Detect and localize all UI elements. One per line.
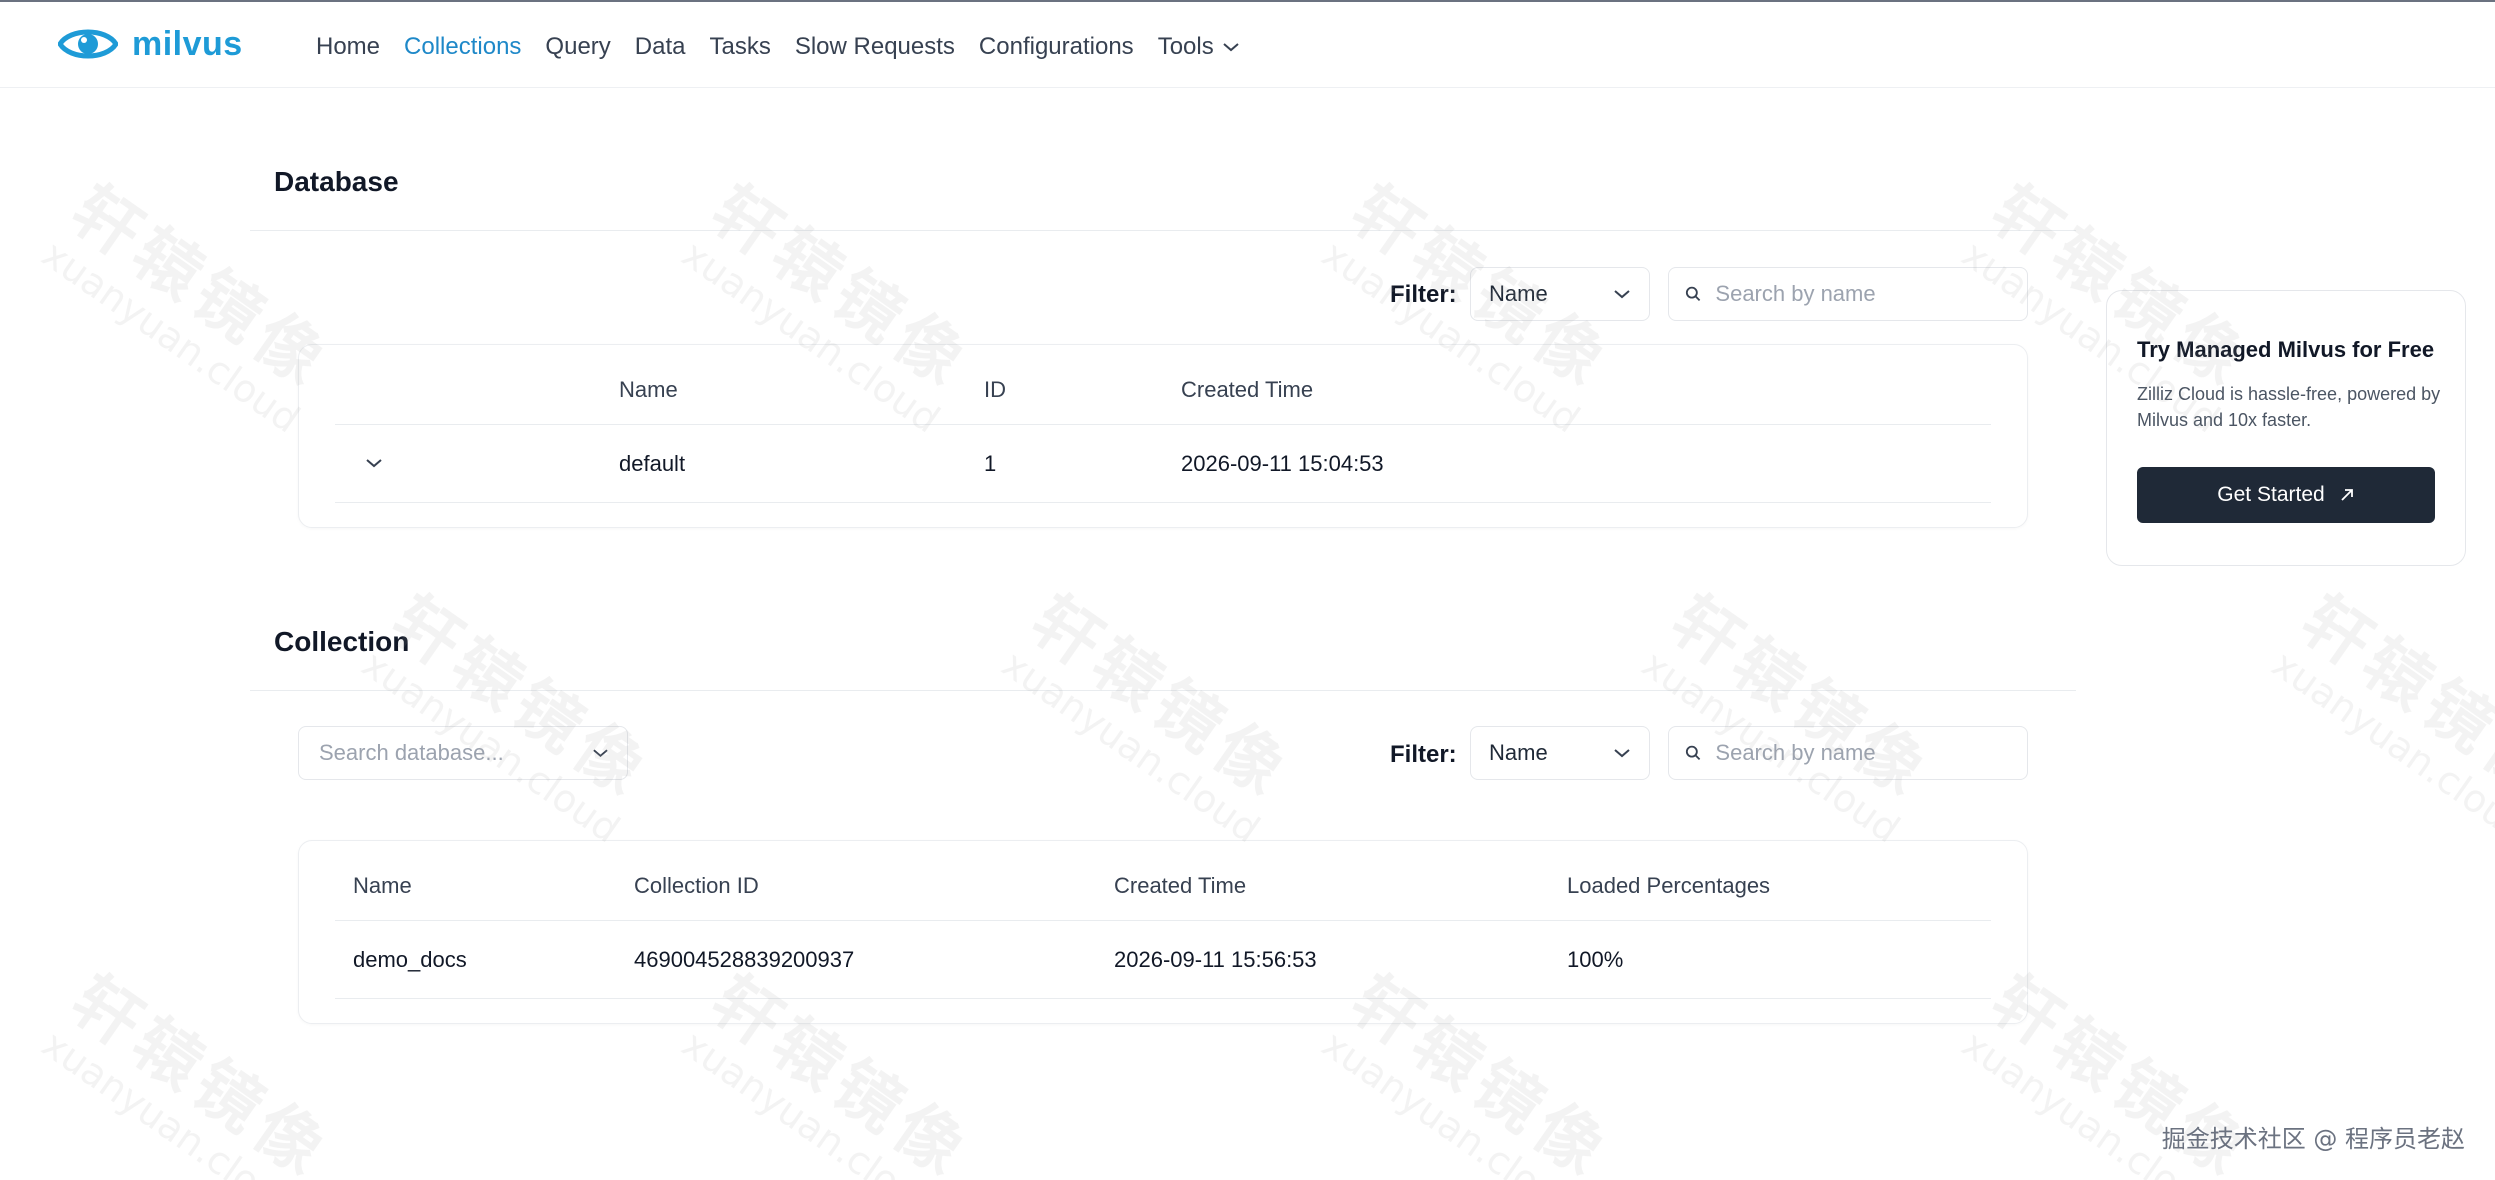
- collection-col-created: Created Time: [1114, 873, 1247, 898]
- get-started-label: Get Started: [2217, 483, 2325, 506]
- database-row-divider: [335, 502, 1991, 503]
- database-filter-select[interactable]: Name: [1470, 267, 1650, 321]
- database-col-id: ID: [984, 377, 1006, 402]
- database-col-name: Name: [619, 377, 678, 402]
- nav-tasks[interactable]: Tasks: [709, 33, 770, 61]
- collection-divider: [250, 690, 2076, 691]
- watermark: 轩辕镜像xuanyuan.cloud: [1634, 581, 1945, 851]
- collection-header-divider: [335, 920, 1991, 921]
- database-filter-value: Name: [1489, 281, 1548, 306]
- database-picker-input[interactable]: [317, 739, 593, 767]
- collection-row-created: 2026-09-11 15:56:53: [1114, 947, 1317, 972]
- nav-home[interactable]: Home: [316, 33, 380, 61]
- collection-row-divider: [335, 998, 1991, 999]
- database-section-title: Database: [274, 166, 399, 197]
- collection-filter-label: Filter:: [1390, 741, 1457, 768]
- collection-filter-select[interactable]: Name: [1470, 726, 1650, 780]
- chevron-down-icon: [1223, 43, 1239, 52]
- logo-text: milvus: [132, 24, 243, 63]
- nav-collections[interactable]: Collections: [404, 33, 521, 61]
- main-nav: Home Collections Query Data Tasks Slow R…: [316, 26, 1264, 68]
- database-search-input[interactable]: [1713, 280, 2011, 308]
- collection-col-id: Collection ID: [634, 873, 759, 898]
- watermark: 轩辕镜像xuanyuan.cloud: [994, 581, 1305, 852]
- collection-row-id: 469004528839200937: [634, 947, 855, 972]
- database-filter-label: Filter:: [1390, 281, 1457, 308]
- database-header-divider: [335, 424, 1991, 425]
- promo-title: Try Managed Milvus for Free: [2137, 337, 2435, 362]
- expand-chevron-icon[interactable]: [365, 457, 383, 469]
- database-divider: [250, 230, 2076, 231]
- nav-slow-requests[interactable]: Slow Requests: [795, 33, 955, 61]
- nav-configurations[interactable]: Configurations: [979, 33, 1134, 61]
- collection-col-name: Name: [353, 873, 412, 898]
- nav-tools-label: Tools: [1157, 33, 1214, 60]
- promo-description: Zilliz Cloud is hassle-free, powered by …: [2137, 384, 2441, 430]
- top-navigation-bar: milvus Home Collections Query Data Tasks…: [0, 0, 2495, 88]
- milvus-logo[interactable]: milvus: [58, 16, 243, 72]
- database-table: Name ID Created Time default 1 2026-09-1…: [298, 344, 2028, 528]
- nav-query[interactable]: Query: [545, 33, 610, 61]
- collection-row-loaded: 100%: [1567, 947, 1624, 972]
- milvus-eye-icon: [58, 29, 118, 59]
- source-credit: 掘金技术社区 @ 程序员老赵: [2161, 1125, 2465, 1153]
- database-col-created: Created Time: [1181, 377, 1314, 402]
- database-row-created: 2026-09-11 15:04:53: [1181, 451, 1384, 476]
- collection-filter-value: Name: [1489, 740, 1548, 765]
- watermark: 轩辕镜像xuanyuan.cloud: [2264, 581, 2495, 852]
- chevron-down-icon: [1614, 749, 1630, 758]
- database-row-name: default: [619, 451, 686, 476]
- search-icon: [1685, 286, 1701, 302]
- chevron-down-icon: [1614, 290, 1630, 299]
- nav-tools[interactable]: Tools: [1158, 33, 1240, 61]
- promo-card: Try Managed Milvus for Free Zilliz Cloud…: [2106, 290, 2466, 566]
- collection-search-input[interactable]: [1713, 739, 2011, 767]
- page: milvus Home Collections Query Data Tasks…: [0, 0, 2495, 1180]
- watermark: 轩辕镜像xuanyuan.cloud: [354, 581, 665, 851]
- collection-row-name[interactable]: demo_docs: [353, 947, 467, 973]
- collection-search-box[interactable]: [1668, 726, 2028, 780]
- collection-col-loaded: Loaded Percentages: [1567, 873, 1771, 898]
- database-search-box[interactable]: [1668, 267, 2028, 321]
- collection-section-title: Collection: [274, 626, 410, 657]
- get-started-button[interactable]: Get Started: [2137, 467, 2435, 523]
- collection-table: Name Collection ID Created Time Loaded P…: [298, 840, 2028, 1024]
- nav-data[interactable]: Data: [635, 33, 686, 61]
- database-picker-select[interactable]: [298, 726, 628, 780]
- database-row-id: 1: [984, 451, 997, 476]
- external-arrow-icon: [2341, 489, 2353, 501]
- search-icon: [1685, 745, 1701, 761]
- chevron-down-icon: [593, 749, 608, 758]
